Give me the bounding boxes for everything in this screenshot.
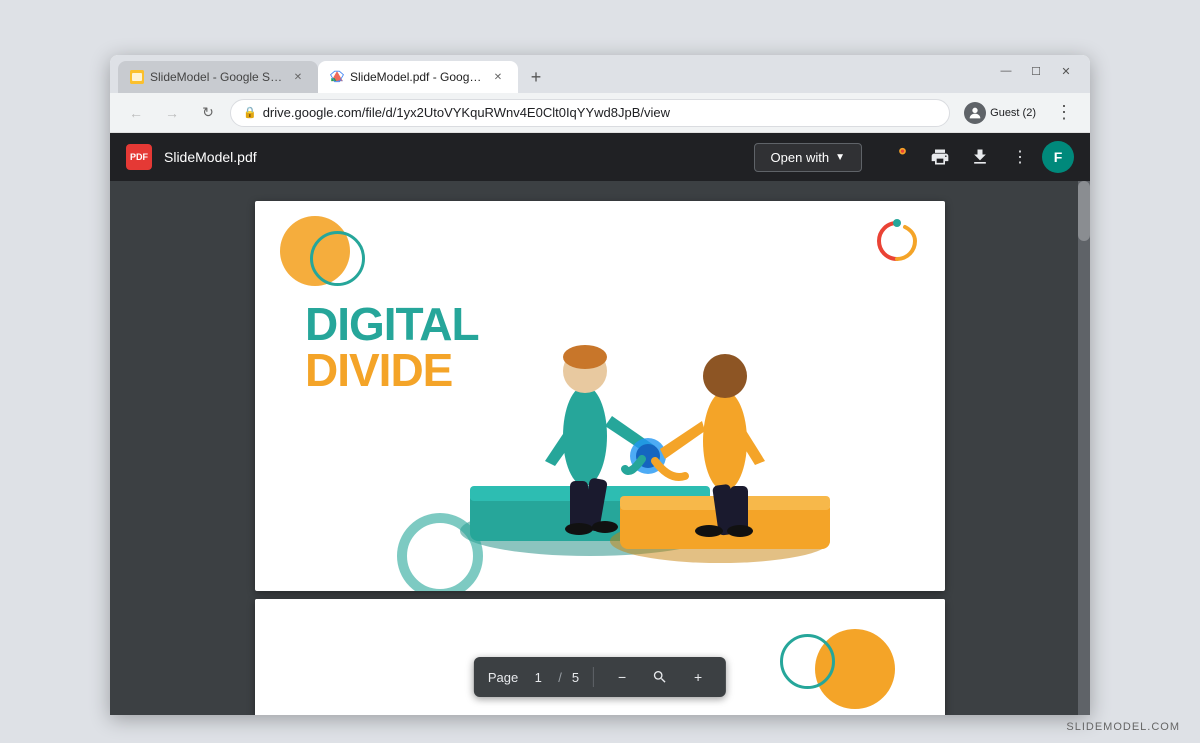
- app-bar: PDF SlideModel.pdf Open with ▼: [110, 133, 1090, 181]
- refresh-button[interactable]: ↻: [194, 99, 222, 127]
- pdf-file-icon: PDF: [126, 144, 152, 170]
- illustration-svg: [255, 201, 945, 591]
- slides-tab-close[interactable]: ✕: [290, 69, 306, 85]
- zoom-icon-button[interactable]: [646, 663, 674, 691]
- open-with-chevron-icon: ▼: [835, 152, 845, 163]
- star-hint-icon[interactable]: [882, 139, 918, 175]
- pdf-content-area: DIGITAL DIVIDE: [110, 181, 1090, 715]
- more-options-button[interactable]: ⋮: [1002, 139, 1038, 175]
- open-with-button[interactable]: Open with ▼: [754, 143, 862, 172]
- scrollbar-track[interactable]: [1078, 181, 1090, 715]
- page-label: Page: [488, 670, 518, 685]
- back-button[interactable]: ←: [122, 99, 150, 127]
- maximize-button[interactable]: ☐: [1022, 59, 1050, 83]
- app-bar-actions: ⋮ F: [882, 139, 1074, 175]
- zoom-out-button[interactable]: −: [608, 663, 636, 691]
- watermark: SLIDEMODEL.COM: [1066, 721, 1180, 733]
- zoom-in-button[interactable]: +: [684, 663, 712, 691]
- lock-icon: 🔒: [243, 106, 257, 119]
- total-pages: 5: [572, 670, 579, 685]
- drive-tab[interactable]: SlideModel.pdf - Google Drive ✕: [318, 61, 518, 93]
- url-text: drive.google.com/file/d/1yx2UtoVYKquRWnv…: [263, 105, 937, 120]
- page2-teal-outline: [780, 634, 835, 689]
- divider: [593, 667, 594, 687]
- page-input[interactable]: [528, 670, 548, 685]
- address-bar: ← → ↻ 🔒 drive.google.com/file/d/1yx2UtoV…: [110, 93, 1090, 133]
- profile-area[interactable]: Guest (2): [958, 100, 1042, 126]
- pdf-page-1: DIGITAL DIVIDE: [255, 201, 945, 591]
- new-tab-button[interactable]: +: [522, 63, 550, 91]
- drive-favicon: [330, 70, 344, 84]
- tab-bar: SlideModel - Google Slides ✕ SlideModel.…: [110, 55, 1090, 93]
- open-with-label: Open with: [771, 150, 830, 165]
- page-controls: Page / 5 − +: [474, 657, 726, 697]
- page-separator: /: [558, 670, 562, 685]
- profile-label: Guest (2): [990, 107, 1036, 119]
- slides-tab-title: SlideModel - Google Slides: [150, 70, 284, 84]
- download-button[interactable]: [962, 139, 998, 175]
- window-controls: — ☐ ✕: [992, 59, 1080, 83]
- forward-button[interactable]: →: [158, 99, 186, 127]
- file-name-label: SlideModel.pdf: [164, 149, 257, 165]
- url-bar[interactable]: 🔒 drive.google.com/file/d/1yx2UtoVYKquRW…: [230, 99, 950, 127]
- browser-window: SlideModel - Google Slides ✕ SlideModel.…: [110, 55, 1090, 715]
- drive-tab-close[interactable]: ✕: [490, 69, 506, 85]
- user-avatar[interactable]: F: [1042, 141, 1074, 173]
- print-button[interactable]: [922, 139, 958, 175]
- slides-favicon: [130, 70, 144, 84]
- browser-menu-button[interactable]: ⋮: [1050, 99, 1078, 127]
- close-window-button[interactable]: ✕: [1052, 59, 1080, 83]
- pdf-pages: DIGITAL DIVIDE: [110, 181, 1090, 715]
- profile-icon: [964, 102, 986, 124]
- page1-content: DIGITAL DIVIDE: [255, 201, 945, 591]
- scrollbar-thumb[interactable]: [1078, 181, 1090, 241]
- drive-tab-title: SlideModel.pdf - Google Drive: [350, 70, 484, 84]
- slides-tab[interactable]: SlideModel - Google Slides ✕: [118, 61, 318, 93]
- minimize-button[interactable]: —: [992, 59, 1020, 83]
